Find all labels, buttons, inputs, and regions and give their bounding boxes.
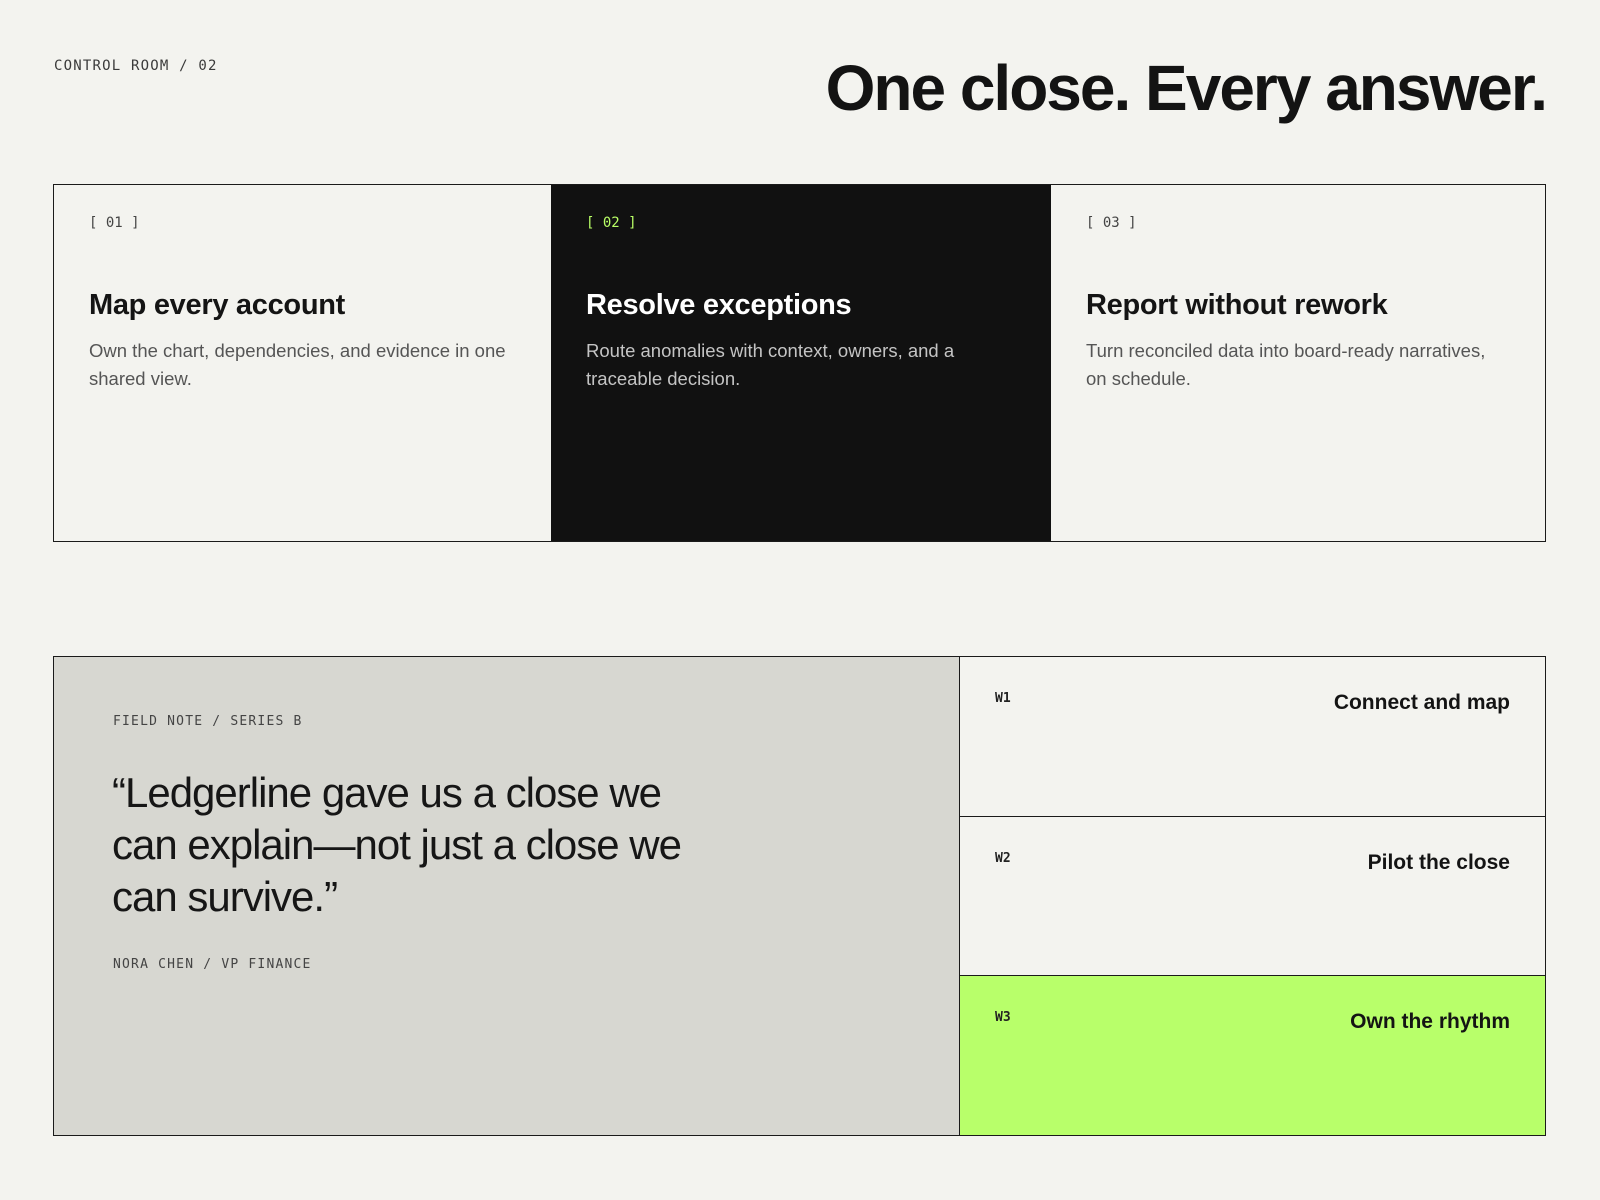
section-eyebrow: CONTROL ROOM / 02 [54,58,218,74]
feature-card-number: [ 02 ] [586,215,637,231]
timeline-step-code: W3 [995,1010,1011,1026]
feature-card-number: [ 01 ] [89,215,140,231]
feature-cards: [ 01 ] Map every account Own the chart, … [53,184,1546,542]
feature-card-resolve-exceptions: [ 02 ] Resolve exceptions Route anomalie… [551,185,1051,541]
feature-card-report: [ 03 ] Report without rework Turn reconc… [1051,185,1545,541]
page-headline: One close. Every answer. [825,52,1548,124]
feature-card-title: Report without rework [1086,289,1388,321]
timeline-step-code: W1 [995,691,1011,706]
timeline-step-title: Pilot the close [1367,850,1510,874]
feature-card-number: [ 03 ] [1086,215,1137,231]
feature-card-description: Turn reconciled data into board-ready na… [1086,340,1486,389]
rollout-timeline: W1 Connect and map W2 Pilot the close W3… [960,657,1545,1136]
feature-card-description: Own the chart, dependencies, and evidenc… [89,340,506,389]
timeline-step-w1: W1 Connect and map [960,657,1545,817]
timeline-step-code: W2 [995,850,1011,866]
feature-card-title: Resolve exceptions [586,289,852,321]
timeline-step-title: Connect and map [1333,691,1510,714]
timeline-step-w3: W3 Own the rhythm [960,976,1545,1136]
testimonial-and-timeline: FIELD NOTE / SERIES B “Ledgerline gave u… [53,656,1546,1136]
timeline-step-title: Own the rhythm [1350,1010,1510,1034]
feature-card-description: Route anomalies with context, owners, an… [586,340,955,389]
testimonial-eyebrow: FIELD NOTE / SERIES B [113,714,303,729]
testimonial-panel: FIELD NOTE / SERIES B “Ledgerline gave u… [54,657,960,1135]
feature-card-title: Map every account [89,289,345,321]
timeline-step-w2: W2 Pilot the close [960,817,1545,977]
testimonial-quote: “Ledgerline gave us a close we can expla… [112,769,682,920]
feature-card-map-accounts: [ 01 ] Map every account Own the chart, … [54,185,551,541]
testimonial-author: NORA CHEN / VP FINANCE [113,957,312,972]
